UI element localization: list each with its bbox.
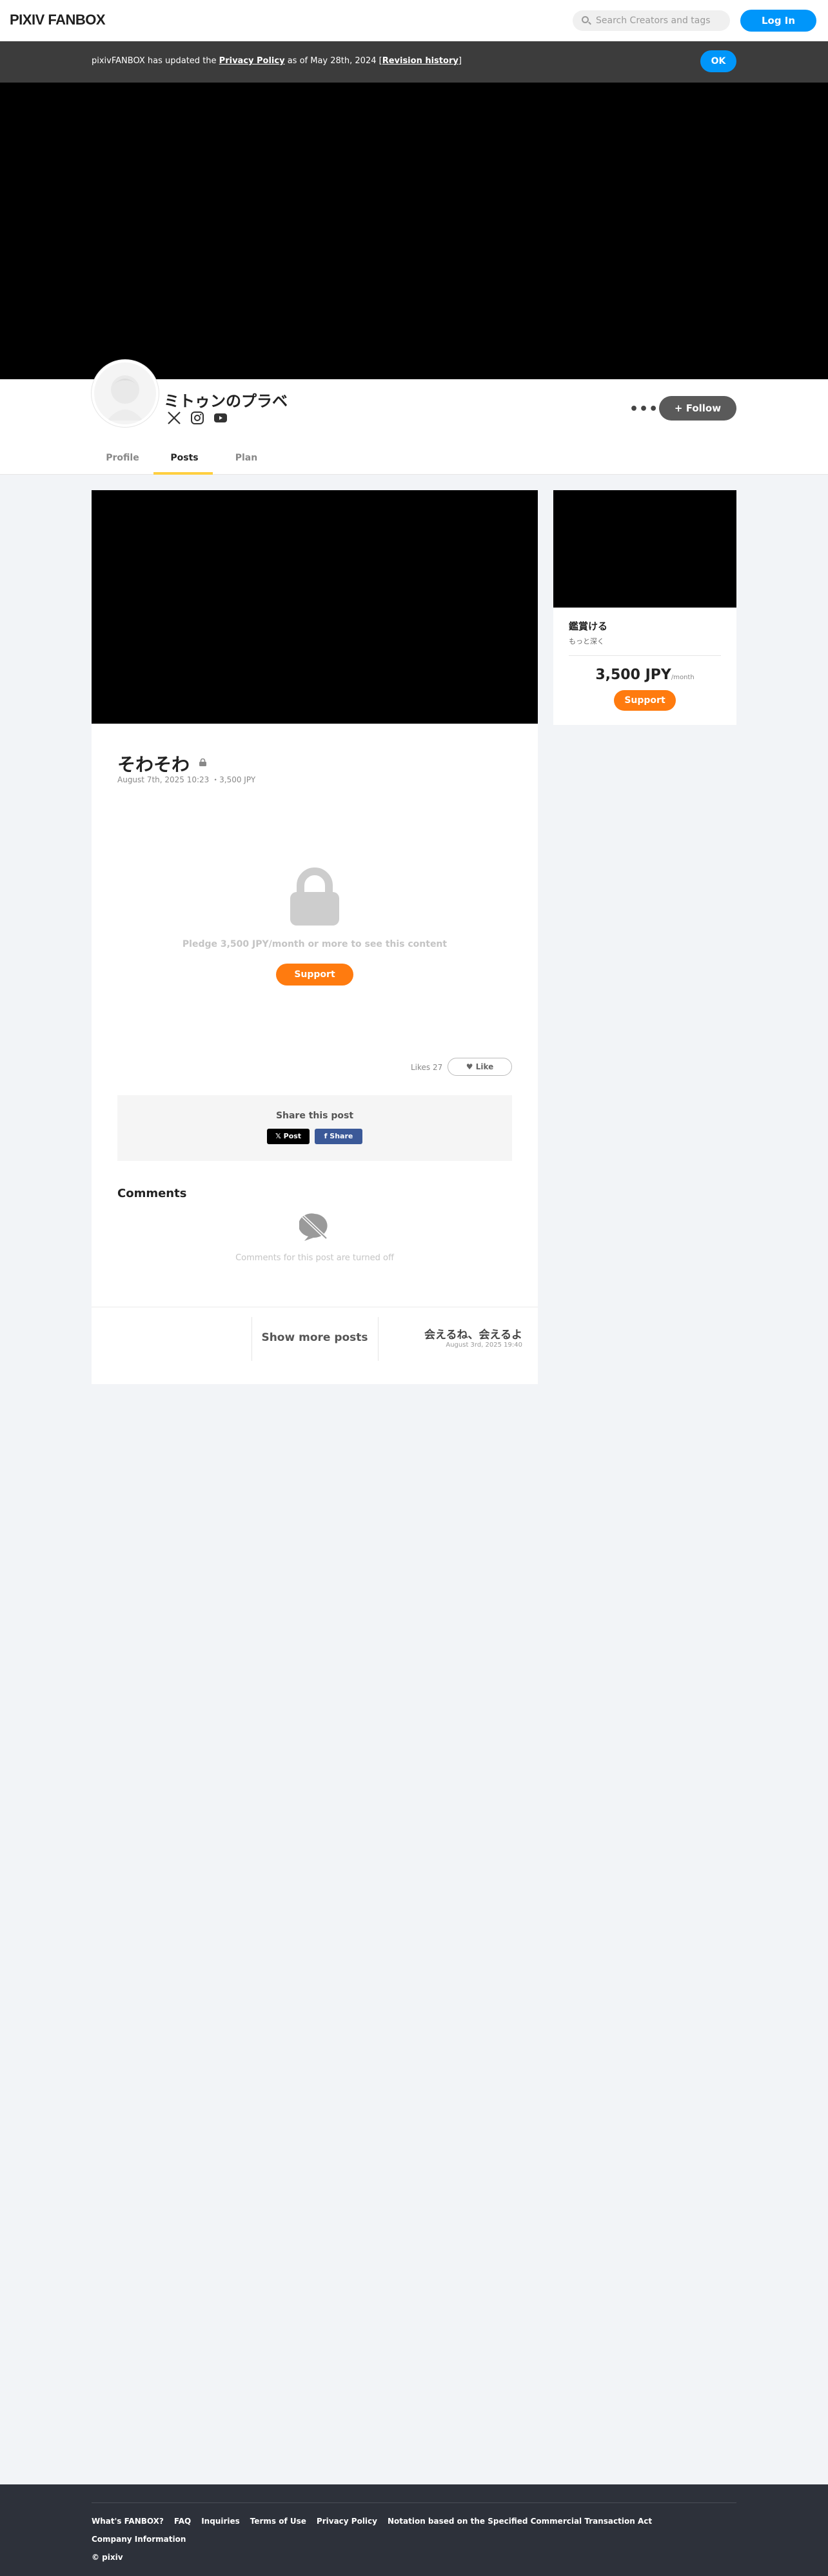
social-links xyxy=(166,410,228,426)
footer-link-faq[interactable]: FAQ xyxy=(174,2517,191,2526)
next-post-title[interactable]: 会えるね、会えるよ xyxy=(424,1325,522,1342)
post-card: そわそわ August 7th, 2025 10:23 ・3,500 JPY P… xyxy=(92,490,538,1384)
post-title: そわそわ xyxy=(117,754,190,775)
like-label: Like xyxy=(475,1062,494,1071)
footer-link-inquiries[interactable]: Inquiries xyxy=(201,2517,240,2526)
privacy-policy-link[interactable]: Privacy Policy xyxy=(219,56,285,66)
footer-link-privacy[interactable]: Privacy Policy xyxy=(317,2517,377,2526)
x-post-button[interactable]: 𝕏 Post xyxy=(267,1129,310,1144)
post-cover-image xyxy=(92,490,538,724)
footer: What's FANBOX? FAQ Inquiries Terms of Us… xyxy=(0,2484,828,2576)
notice-suffix: ] xyxy=(458,56,462,66)
follow-button[interactable]: + Follow xyxy=(659,396,736,421)
creator-avatar[interactable] xyxy=(92,360,159,427)
like-button[interactable]: ♥ Like xyxy=(448,1058,512,1076)
footer-divider xyxy=(92,2502,736,2503)
locked-content-icon xyxy=(290,867,339,926)
plan-name: 鑑賞ける xyxy=(569,620,608,632)
nav-separator xyxy=(378,1317,379,1361)
lock-icon xyxy=(199,758,206,766)
tab-profile[interactable]: Profile xyxy=(92,444,153,475)
footer-link-commercial-act[interactable]: Notation based on the Specified Commerci… xyxy=(388,2517,652,2526)
notice-ok-button[interactable]: OK xyxy=(700,50,736,72)
show-more-posts-link[interactable]: Show more posts xyxy=(253,1331,377,1344)
creator-name[interactable]: ミトゥンのプラベ xyxy=(164,388,288,411)
tab-posts[interactable]: Posts xyxy=(153,444,215,475)
notice-middle: as of May 28th, 2024 [ xyxy=(284,56,382,66)
search-input[interactable] xyxy=(596,10,725,31)
plan-divider xyxy=(569,655,721,656)
likes-count: Likes 27 xyxy=(411,1063,443,1072)
youtube-icon[interactable] xyxy=(213,410,228,426)
plan-price-amount: 3,500 JPY xyxy=(595,667,671,683)
footer-link-whats-fanbox[interactable]: What's FANBOX? xyxy=(92,2517,164,2526)
footer-link-company[interactable]: Company Information xyxy=(92,2535,186,2544)
notice-prefix: pixivFANBOX has updated the xyxy=(92,56,219,66)
post-meta: August 7th, 2025 10:23 ・3,500 JPY xyxy=(117,775,256,784)
support-button[interactable]: Support xyxy=(276,964,353,986)
login-button[interactable]: Log In xyxy=(740,10,816,32)
facebook-share-button[interactable]: f Share xyxy=(315,1129,362,1144)
search-icon xyxy=(582,16,589,23)
x-icon[interactable] xyxy=(166,410,182,426)
comments-off-icon xyxy=(299,1213,328,1241)
pledge-message: Pledge 3,500 JPY/month or more to see th… xyxy=(182,939,448,949)
nav-separator xyxy=(251,1317,252,1361)
plan-price-period: /month xyxy=(671,674,695,681)
fanbox-logo[interactable]: PIXIV FANBOX xyxy=(10,12,106,28)
plan-support-button[interactable]: Support xyxy=(614,690,676,711)
comments-heading: Comments xyxy=(117,1187,187,1200)
footer-links: What's FANBOX? FAQ Inquiries Terms of Us… xyxy=(92,2517,652,2526)
footer-link-terms[interactable]: Terms of Use xyxy=(250,2517,306,2526)
tab-plan[interactable]: Plan xyxy=(215,444,277,475)
privacy-notice-banner: pixivFANBOX has updated the Privacy Poli… xyxy=(0,41,828,83)
plan-price: 3,500 JPY/month xyxy=(553,667,736,683)
cover-image xyxy=(0,83,828,379)
share-section: Share this post 𝕏 Post f Share xyxy=(117,1095,512,1161)
notice-text: pixivFANBOX has updated the Privacy Poli… xyxy=(92,55,462,67)
footer-copyright: © pixiv xyxy=(92,2553,123,2562)
revision-history-link[interactable]: Revision history xyxy=(382,56,458,66)
search-box[interactable] xyxy=(573,10,730,31)
more-options-button[interactable]: ••• xyxy=(629,401,658,417)
share-title: Share this post xyxy=(275,1111,354,1121)
creator-tabs: Profile Posts Plan xyxy=(92,444,277,475)
heart-icon: ♥ xyxy=(466,1062,473,1071)
plan-card: 鑑賞ける もっと深く 3,500 JPY/month Support xyxy=(553,490,736,725)
next-post-date: August 3rd, 2025 19:40 xyxy=(446,1342,522,1349)
plan-description: もっと深く xyxy=(569,637,604,646)
comments-off-message: Comments for this post are turned off xyxy=(235,1253,394,1263)
top-header: PIXIV FANBOX Log In xyxy=(0,0,828,41)
plan-cover-image xyxy=(553,490,736,608)
instagram-icon[interactable] xyxy=(190,410,205,426)
